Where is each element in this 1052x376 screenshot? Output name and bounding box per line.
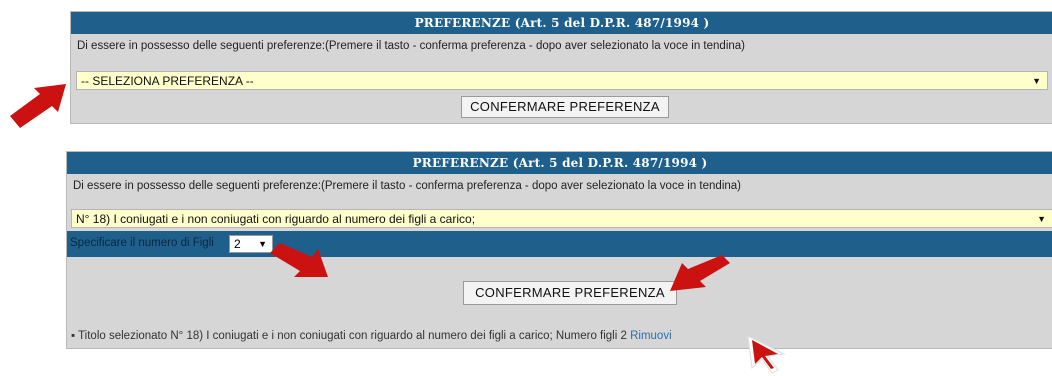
select-value: -- SELEZIONA PREFERENZA -- [81, 74, 254, 88]
figli-label: Specificare il numero di Figli [70, 237, 214, 249]
preferenze-panel-selected: PREFERENZE (Art. 5 del D.P.R. 487/1994 )… [66, 151, 1052, 349]
figli-row: Specificare il numero di Figli 2 ▼ [67, 231, 1052, 257]
red-arrow-icon [670, 255, 730, 291]
list-bullet: ▪ [71, 330, 76, 342]
instruction-text: Di essere in possesso delle seguenti pre… [77, 40, 745, 52]
chevron-down-icon: ▼ [258, 239, 267, 249]
instruction-text: Di essere in possesso delle seguenti pre… [73, 180, 741, 192]
confirm-preference-button[interactable]: CONFERMARE PREFERENZA [463, 281, 677, 305]
remove-link[interactable]: Rimuovi [630, 330, 672, 342]
preferenza-select[interactable]: N° 18) I coniugati e i non coniugati con… [71, 209, 1052, 228]
preferenze-panel-empty: PREFERENZE (Art. 5 del D.P.R. 487/1994 )… [70, 11, 1052, 124]
cursor-pointer-icon [747, 335, 786, 374]
red-arrow-icon [270, 243, 328, 277]
figli-select[interactable]: 2 ▼ [229, 235, 273, 253]
preferenza-select[interactable]: -- SELEZIONA PREFERENZA -- ▼ [76, 71, 1048, 90]
selected-title-summary: ▪ Titolo selezionato N° 18) I coniugati … [71, 330, 672, 342]
panel-header: PREFERENZE (Art. 5 del D.P.R. 487/1994 ) [71, 12, 1052, 34]
chevron-down-icon: ▼ [1032, 76, 1041, 86]
summary-text: Titolo selezionato N° 18) I coniugati e … [78, 330, 627, 342]
figli-value: 2 [234, 237, 241, 251]
select-value: N° 18) I coniugati e i non coniugati con… [76, 212, 476, 226]
red-arrow-icon [10, 84, 66, 128]
chevron-down-icon: ▼ [1037, 214, 1046, 224]
panel-header: PREFERENZE (Art. 5 del D.P.R. 487/1994 ) [67, 152, 1052, 174]
confirm-preference-button[interactable]: CONFERMARE PREFERENZA [461, 96, 669, 118]
